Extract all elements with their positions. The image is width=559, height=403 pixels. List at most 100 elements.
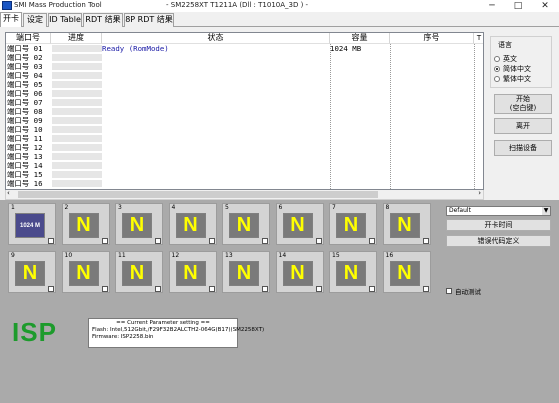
slot-checkbox[interactable] — [262, 238, 268, 244]
slot-checkbox[interactable] — [422, 286, 429, 292]
table-row[interactable]: 端口号 04 — [6, 72, 483, 80]
profile-select[interactable]: Default ▼ — [446, 206, 551, 216]
exit-button[interactable]: 离开 — [494, 118, 552, 134]
table-row[interactable]: 端口号 05 — [6, 81, 483, 89]
radio-english[interactable]: 英文 — [494, 54, 517, 63]
port-slot[interactable]: 13 N — [222, 251, 270, 293]
column-header-status[interactable]: 状态 — [102, 33, 330, 44]
minimize-button[interactable]: ─ — [478, 0, 506, 12]
progress-cell — [52, 126, 102, 134]
port-slot[interactable]: 2N — [61, 203, 110, 245]
slot-icon: N — [389, 213, 420, 238]
scrollbar-thumb[interactable] — [18, 191, 378, 198]
slot-checkbox[interactable] — [101, 286, 108, 292]
slot-checkbox[interactable] — [315, 286, 322, 292]
port-slot[interactable]: 5N — [222, 203, 270, 245]
column-header-serial[interactable]: 序号 — [390, 33, 474, 44]
column-header-progress[interactable]: 进度 — [51, 33, 102, 44]
slot-checkbox[interactable] — [101, 238, 108, 244]
maximize-button[interactable]: □ — [504, 0, 532, 12]
no-device-icon: N — [390, 262, 419, 285]
table-row[interactable]: 端口号 16 — [6, 180, 483, 188]
time-setting-button[interactable]: 开卡时间 — [446, 219, 551, 231]
slot-icon: N — [15, 261, 45, 286]
port-slot[interactable]: 10 N — [61, 251, 110, 293]
port-slot[interactable]: 12 N — [168, 251, 217, 293]
port-slot[interactable]: 9N — [8, 251, 56, 293]
table-row[interactable]: 端口号 14 — [6, 162, 483, 170]
column-header-capacity[interactable]: 容量 — [330, 33, 390, 44]
table-row[interactable]: 端口号 13 — [6, 153, 483, 161]
progress-cell — [52, 54, 102, 62]
slot-checkbox[interactable] — [262, 286, 268, 292]
isp-label: ISP — [12, 317, 57, 347]
port-slot[interactable]: 15 N — [329, 251, 377, 293]
horizontal-scrollbar[interactable]: ‹ › — [5, 189, 484, 200]
drive-ready-icon: 1024 M — [16, 214, 44, 237]
slot-checkbox[interactable] — [208, 238, 215, 244]
port-list[interactable]: 端口号 进度 状态 容量 序号 T 端口号 01 Ready (RomMode) 1… — [5, 32, 484, 190]
slot-checkbox[interactable] — [315, 238, 322, 244]
radio-simplified-chinese[interactable]: 简体中文 — [494, 64, 531, 73]
progress-cell — [52, 90, 102, 98]
slot-checkbox[interactable] — [369, 286, 375, 292]
progress-cell — [52, 162, 102, 170]
no-device-icon: N — [283, 262, 312, 285]
close-button[interactable]: ✕ — [531, 0, 559, 12]
table-row[interactable]: 端口号 03 — [6, 63, 483, 71]
error-code-button[interactable]: 错误代码定义 — [446, 235, 551, 247]
slot-checkbox[interactable] — [422, 238, 429, 244]
port-slot[interactable]: 11 N — [115, 251, 163, 293]
port-slot[interactable]: 7N — [329, 203, 377, 245]
table-row[interactable]: 端口号 06 — [6, 90, 483, 98]
slot-number: 6 — [278, 204, 283, 211]
slot-checkbox[interactable] — [48, 286, 54, 292]
radio-traditional-chinese[interactable]: 繁体中文 — [494, 74, 531, 83]
slot-checkbox[interactable] — [369, 238, 375, 244]
no-device-icon: N — [230, 214, 258, 237]
tab-8p-rdt-result[interactable]: 8P RDT 结果 — [124, 13, 174, 27]
progress-cell — [52, 153, 102, 161]
tab-rdt-result[interactable]: RDT 结果 — [83, 13, 123, 27]
slot-checkbox[interactable] — [155, 286, 161, 292]
port-slot[interactable]: 3N — [115, 203, 163, 245]
slot-checkbox[interactable] — [48, 238, 54, 244]
port-slot[interactable]: 16 N — [382, 251, 431, 293]
flash-info: Flash: Intel,512Gbit,/F29F32B2ALCTH2-064… — [92, 327, 265, 333]
tab-open-card[interactable]: 开卡 — [0, 12, 22, 27]
table-row[interactable]: 端口号 01 Ready (RomMode) 1024 MB — [6, 45, 483, 53]
slot-checkbox[interactable] — [208, 286, 215, 292]
scan-device-button[interactable]: 扫描设备 — [494, 140, 552, 156]
port-cell: 端口号 12 — [7, 144, 43, 152]
radio-icon[interactable] — [494, 65, 500, 72]
port-slot[interactable]: 14 N — [275, 251, 324, 293]
scroll-right-icon[interactable]: › — [478, 189, 481, 197]
port-cell: 端口号 08 — [7, 108, 43, 116]
table-row[interactable]: 端口号 08 — [6, 108, 483, 116]
port-slot[interactable]: 1 1024 M — [8, 203, 56, 245]
scroll-left-icon[interactable]: ‹ — [7, 189, 10, 197]
radio-icon[interactable] — [494, 55, 500, 62]
checkbox-icon[interactable] — [446, 288, 452, 294]
tab-id-table[interactable]: ID Table — [48, 13, 82, 27]
table-row[interactable]: 端口号 07 — [6, 99, 483, 107]
start-button[interactable]: 开始 (空白键) — [494, 94, 552, 114]
column-header-port[interactable]: 端口号 — [6, 33, 51, 44]
table-row[interactable]: 端口号 15 — [6, 171, 483, 179]
table-row[interactable]: 端口号 02 — [6, 54, 483, 62]
slot-checkbox[interactable] — [155, 238, 161, 244]
port-slot[interactable]: 6N — [275, 203, 324, 245]
status-cell: Ready (RomMode) — [102, 44, 169, 53]
tab-settings[interactable]: 设定 — [23, 13, 47, 27]
table-row[interactable]: 端口号 09 — [6, 117, 483, 125]
progress-cell — [52, 63, 102, 71]
auto-test-checkbox[interactable]: 自动测试 — [446, 286, 481, 296]
table-row[interactable]: 端口号 10 — [6, 126, 483, 134]
table-row[interactable]: 端口号 11 — [6, 135, 483, 143]
no-device-icon: N — [176, 214, 205, 237]
port-slot[interactable]: 4N — [168, 203, 217, 245]
radio-icon[interactable] — [494, 75, 500, 82]
chevron-down-icon[interactable]: ▼ — [542, 207, 550, 215]
table-row[interactable]: 端口号 12 — [6, 144, 483, 152]
port-slot[interactable]: 8N — [382, 203, 431, 245]
